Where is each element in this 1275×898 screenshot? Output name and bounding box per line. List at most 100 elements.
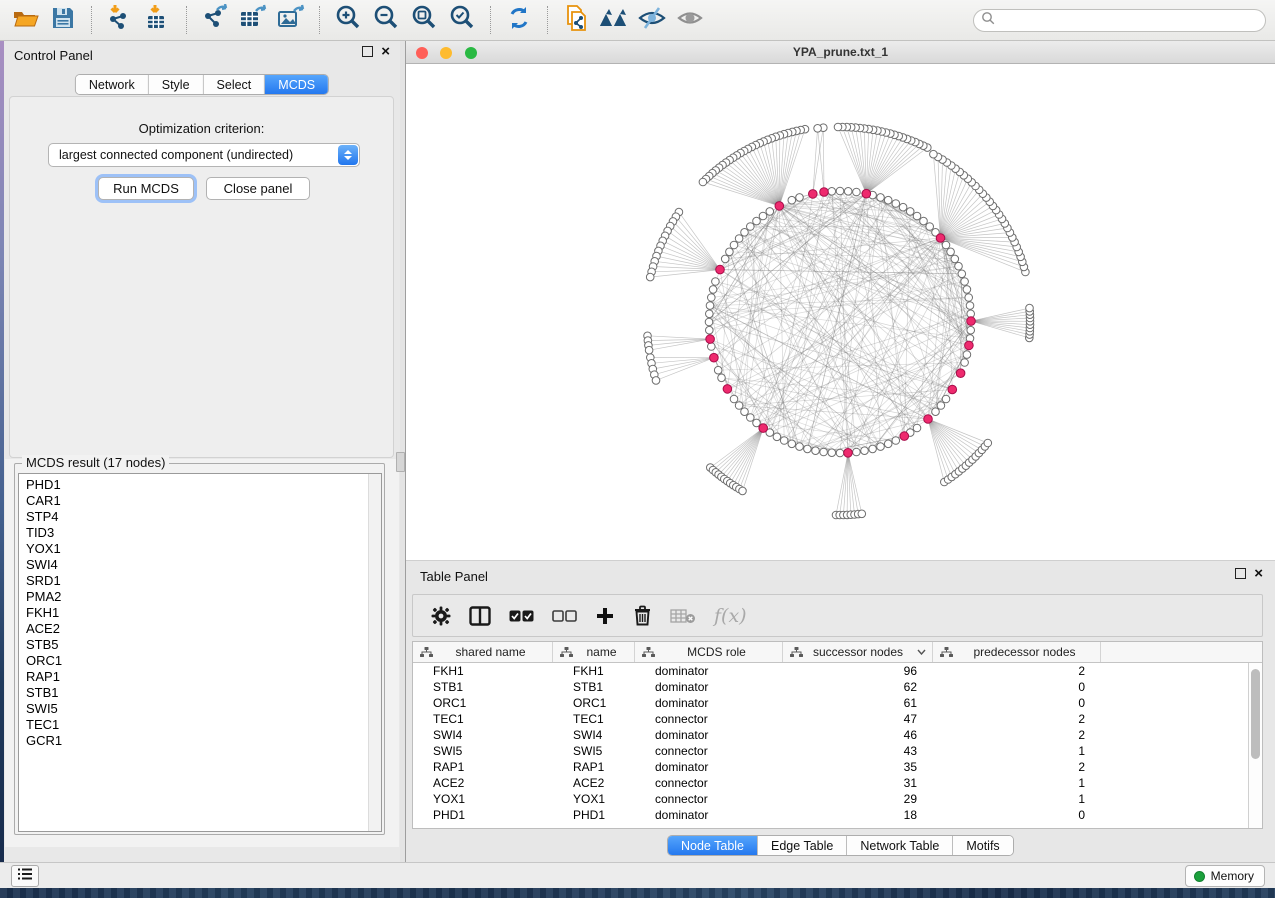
network-hub-node[interactable]: [844, 449, 853, 458]
add-column-icon[interactable]: [595, 606, 615, 626]
network-node[interactable]: [788, 440, 796, 448]
network-node[interactable]: [706, 302, 714, 310]
network-hub-node[interactable]: [862, 189, 871, 198]
hide-selected-button[interactable]: [634, 3, 670, 37]
column-header-shared-name[interactable]: shared name: [413, 642, 553, 662]
network-node[interactable]: [836, 187, 844, 195]
table-cell[interactable]: 46: [783, 727, 933, 743]
table-row[interactable]: SWI5SWI5connector431: [413, 743, 1262, 759]
refresh-button[interactable]: [501, 3, 537, 37]
table-cell[interactable]: 2: [933, 759, 1101, 775]
tab-select[interactable]: Select: [204, 75, 266, 94]
table-cell[interactable]: TEC1: [553, 711, 635, 727]
run-mcds-button[interactable]: Run MCDS: [98, 177, 194, 200]
table-cell[interactable]: RAP1: [413, 759, 553, 775]
memory-button[interactable]: Memory: [1185, 865, 1265, 887]
column-header-successor-nodes[interactable]: successor nodes: [783, 642, 933, 662]
mountains-icon-button[interactable]: [596, 3, 632, 37]
network-node[interactable]: [836, 449, 844, 457]
network-node[interactable]: [834, 123, 842, 131]
network-hub-node[interactable]: [936, 234, 945, 243]
export-image-button[interactable]: [273, 3, 309, 37]
table-cell[interactable]: SWI5: [553, 743, 635, 759]
network-node[interactable]: [942, 395, 950, 403]
network-node[interactable]: [796, 443, 804, 451]
table-cell[interactable]: SWI4: [413, 727, 553, 743]
network-node[interactable]: [926, 223, 934, 231]
table-scrollbar-thumb[interactable]: [1251, 669, 1260, 759]
network-node[interactable]: [899, 203, 907, 211]
table-cell[interactable]: connector: [635, 743, 783, 759]
result-list-item[interactable]: RAP1: [26, 669, 381, 685]
network-node[interactable]: [741, 408, 749, 416]
table-cell[interactable]: dominator: [635, 663, 783, 679]
network-node[interactable]: [877, 194, 885, 202]
trash-icon[interactable]: [633, 605, 652, 626]
network-node[interactable]: [766, 208, 774, 216]
table-cell[interactable]: ORC1: [553, 695, 635, 711]
network-node[interactable]: [747, 223, 755, 231]
network-node[interactable]: [951, 255, 959, 263]
table-cell[interactable]: 43: [783, 743, 933, 759]
close-panel-button[interactable]: Close panel: [206, 177, 310, 200]
network-node[interactable]: [906, 208, 914, 216]
table-cell[interactable]: 31: [783, 775, 933, 791]
table-cell[interactable]: RAP1: [553, 759, 635, 775]
result-list-scrollbar[interactable]: [368, 474, 381, 831]
network-hub-node[interactable]: [967, 317, 976, 326]
network-node[interactable]: [788, 196, 796, 204]
close-table-panel-icon[interactable]: ×: [1254, 568, 1263, 579]
task-history-button[interactable]: [11, 865, 39, 887]
search-box[interactable]: [973, 9, 1266, 32]
table-row[interactable]: FKH1FKH1dominator962: [413, 663, 1262, 679]
gear-icon[interactable]: [431, 606, 451, 626]
network-node[interactable]: [947, 248, 955, 256]
save-session-button[interactable]: [45, 3, 81, 37]
network-node[interactable]: [877, 443, 885, 451]
network-node[interactable]: [706, 310, 714, 318]
table-row[interactable]: PHD1PHD1dominator180: [413, 807, 1262, 823]
result-list-item[interactable]: ACE2: [26, 621, 381, 637]
table-cell[interactable]: 61: [783, 695, 933, 711]
network-node[interactable]: [741, 229, 749, 237]
table-cell[interactable]: ACE2: [553, 775, 635, 791]
deselect-all-icon[interactable]: [552, 609, 577, 623]
network-node[interactable]: [930, 150, 938, 158]
table-cell[interactable]: PHD1: [413, 807, 553, 823]
network-node[interactable]: [942, 241, 950, 249]
network-node[interactable]: [796, 194, 804, 202]
table-cell[interactable]: dominator: [635, 679, 783, 695]
export-network-button[interactable]: [197, 3, 233, 37]
table-cell[interactable]: 1: [933, 775, 1101, 791]
network-node[interactable]: [780, 437, 788, 445]
network-node[interactable]: [820, 448, 828, 456]
table-cell[interactable]: 18: [783, 807, 933, 823]
network-hub-node[interactable]: [820, 188, 829, 197]
result-list-item[interactable]: PMA2: [26, 589, 381, 605]
network-node[interactable]: [735, 235, 743, 243]
network-node[interactable]: [730, 395, 738, 403]
network-node[interactable]: [814, 125, 822, 133]
result-list-item[interactable]: PHD1: [26, 477, 381, 493]
network-hub-node[interactable]: [948, 385, 957, 394]
show-all-button[interactable]: [672, 3, 708, 37]
network-node[interactable]: [739, 487, 747, 495]
network-node[interactable]: [714, 366, 722, 374]
show-columns-icon[interactable]: [469, 606, 491, 626]
select-all-icon[interactable]: [509, 609, 534, 623]
table-cell[interactable]: 62: [783, 679, 933, 695]
network-node[interactable]: [884, 440, 892, 448]
network-node[interactable]: [961, 278, 969, 286]
table-cell[interactable]: TEC1: [413, 711, 553, 727]
network-node[interactable]: [706, 326, 714, 334]
network-node[interactable]: [963, 351, 971, 359]
network-node[interactable]: [853, 448, 861, 456]
table-cell[interactable]: 0: [933, 679, 1101, 695]
network-node[interactable]: [708, 294, 716, 302]
table-cell[interactable]: FKH1: [553, 663, 635, 679]
tab-network-table[interactable]: Network Table: [847, 836, 953, 855]
tab-edge-table[interactable]: Edge Table: [758, 836, 847, 855]
splitter-grip[interactable]: [396, 452, 405, 472]
table-cell[interactable]: SWI5: [413, 743, 553, 759]
network-node[interactable]: [730, 241, 738, 249]
